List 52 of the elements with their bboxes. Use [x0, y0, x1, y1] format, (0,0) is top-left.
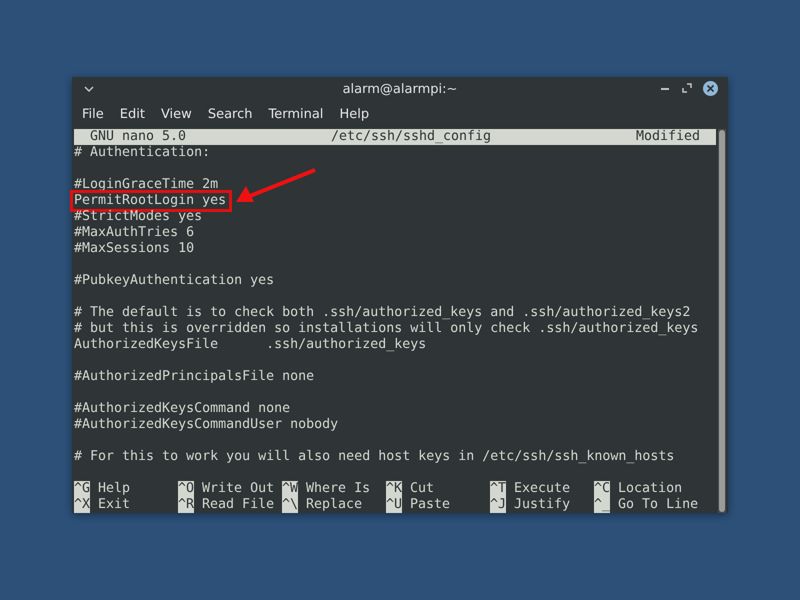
shortcut-label: Read File — [202, 497, 274, 513]
shortcut-key: ^J — [490, 497, 506, 513]
menu-item[interactable]: Edit — [112, 106, 153, 122]
shortcut-key: ^T — [490, 481, 506, 497]
shortcut-label: Cut — [410, 481, 434, 497]
code-line: # For this to work you will also need host keys in /etc/ssh/ssh_known_hosts — [74, 449, 674, 465]
maximize-icon[interactable] — [682, 83, 692, 93]
code-line: AuthorizedKeysFile .ssh/authorized_keys — [74, 337, 426, 353]
shortcut-label: Justify — [514, 497, 570, 513]
shortcut-label: Location — [618, 481, 682, 497]
code-line: #AuthorizedKeysCommand none — [74, 401, 290, 417]
menu-item[interactable]: Search — [200, 106, 260, 122]
code-line: PermitRootLogin yes — [73, 193, 230, 209]
code-line: #StrictModes yes — [74, 209, 202, 225]
code-line: # but this is overridden so installations will only check .ssh/authorized_keys — [74, 321, 698, 337]
shortcut-label: Help — [98, 481, 130, 497]
code-line: # Authentication: — [74, 145, 210, 161]
code-line: #PubkeyAuthentication yes — [74, 273, 274, 289]
modified-status: Modified — [636, 129, 700, 145]
shortcut-key: ^G — [74, 481, 90, 497]
code-line: # The default is to check both .ssh/authorized_keys and .ssh/authorized_keys2 — [74, 305, 690, 321]
file-name: /etc/ssh/sshd_config — [330, 129, 492, 145]
shortcut-key: ^U — [386, 497, 402, 513]
code-line: #AuthorizedPrincipalsFile none — [74, 369, 314, 385]
shortcut-label: Paste — [410, 497, 450, 513]
shortcut-key: ^_ — [594, 497, 610, 513]
window-title: alarm@alarmpi:~ — [342, 82, 458, 96]
shortcut-key: ^\ — [282, 497, 298, 513]
shortcut-label: Exit — [98, 497, 130, 513]
shortcut-label: Write Out — [202, 481, 274, 497]
shortcut-label: Execute — [514, 481, 570, 497]
shortcut-label: Go To Line — [618, 497, 698, 513]
shortcut-key: ^K — [386, 481, 402, 497]
menu-item[interactable]: Terminal — [260, 106, 332, 122]
chevron-down-icon[interactable] — [84, 85, 94, 93]
shortcut-label: Where Is — [306, 481, 370, 497]
code-line: #LoginGraceTime 2m — [74, 177, 218, 193]
menu-item[interactable]: Help — [331, 106, 378, 122]
shortcut-key: ^W — [282, 481, 298, 497]
code-line: #MaxAuthTries 6 — [74, 225, 194, 241]
close-icon[interactable] — [703, 81, 718, 96]
shortcut-key: ^R — [178, 497, 194, 513]
menu-item[interactable]: File — [74, 106, 112, 122]
editor-version: GNU nano 5.0 — [90, 129, 186, 145]
shortcut-key: ^C — [594, 481, 610, 497]
scrollbar[interactable] — [718, 129, 726, 513]
shortcut-key: ^X — [74, 497, 90, 513]
shortcut-key: ^O — [178, 481, 194, 497]
code-line: #AuthorizedKeysCommandUser nobody — [74, 417, 338, 433]
code-line: #MaxSessions 10 — [74, 241, 194, 257]
shortcut-label: Replace — [306, 497, 362, 513]
menu-item[interactable]: View — [152, 106, 200, 122]
